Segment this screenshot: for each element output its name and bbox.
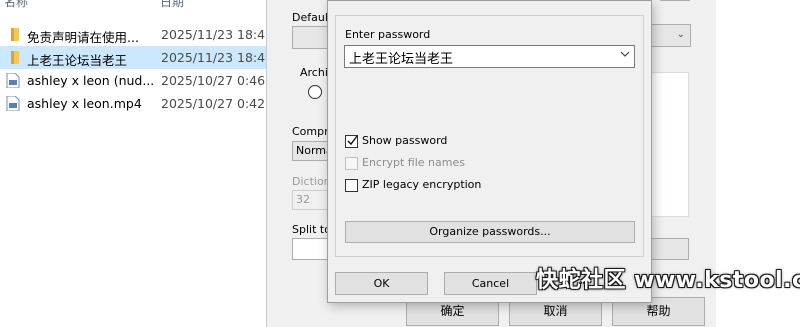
- password-value: 上老王论坛当老王: [349, 52, 454, 67]
- organize-passwords-button[interactable]: Organize passwords...: [345, 221, 635, 243]
- zip-legacy-label: ZIP legacy encryption: [362, 178, 482, 191]
- watermark-text: 快蛇社区 www.kstool.cc: [536, 268, 800, 293]
- file-name: 免责声明请在使用...: [27, 30, 139, 45]
- enter-password-label: Enter password: [345, 28, 431, 41]
- file-date: 2025/10/27 0:46: [161, 73, 266, 88]
- document-icon: [6, 96, 20, 111]
- file-row-selected[interactable]: 上老王论坛当老王 2025/11/23 18:49: [0, 46, 273, 69]
- chevron-down-icon: ⌄: [676, 29, 685, 40]
- document-icon: [6, 73, 20, 88]
- file-name: ashley x leon.mp4: [27, 96, 142, 111]
- show-password-label: Show password: [362, 134, 448, 147]
- password-dialog: Enter password 上老王论坛当老王 Show password En…: [327, 0, 652, 303]
- ok-button[interactable]: OK: [335, 272, 428, 295]
- column-header-date[interactable]: 日期: [160, 0, 184, 10]
- default-combo[interactable]: [292, 26, 328, 49]
- compression-combo[interactable]: Norma: [292, 141, 333, 161]
- encrypt-file-names-label: Encrypt file names: [362, 156, 465, 169]
- file-date: 2025/11/23 18:49: [161, 50, 274, 65]
- bg-field-top[interactable]: [660, 0, 690, 1]
- folder-icon: [11, 51, 19, 64]
- file-row[interactable]: ashley x leon.mp4 2025/10/27 0:42: [0, 92, 268, 115]
- file-name: 上老王论坛当老王: [27, 53, 128, 68]
- checkmark-icon: [347, 135, 358, 146]
- file-date: 2025/10/27 0:42: [161, 96, 266, 111]
- split-input[interactable]: [292, 238, 328, 260]
- file-row[interactable]: ashley x leon (nud... 2025/10/27 0:46: [0, 69, 268, 92]
- archive-radio[interactable]: [308, 85, 322, 99]
- encrypt-file-names-checkbox: [345, 157, 358, 170]
- dictionary-combo[interactable]: 32: [292, 190, 328, 210]
- show-password-checkbox[interactable]: [345, 135, 358, 148]
- split-label: Split to: [292, 223, 331, 236]
- file-name: ashley x leon (nud...: [27, 73, 155, 88]
- chevron-down-icon[interactable]: [620, 49, 630, 59]
- column-header-name[interactable]: 名称: [4, 0, 28, 10]
- folder-icon: [11, 28, 19, 41]
- cancel-button[interactable]: Cancel: [444, 272, 537, 295]
- password-input[interactable]: 上老王论坛当老王: [344, 45, 635, 68]
- file-explorer: 名称 日期 免责声明请在使用... 2025/11/23 18:49 上老王论坛…: [0, 0, 273, 327]
- file-row[interactable]: 免责声明请在使用... 2025/11/23 18:49: [0, 23, 273, 46]
- file-date: 2025/11/23 18:49: [161, 27, 274, 42]
- zip-legacy-checkbox[interactable]: [345, 179, 358, 192]
